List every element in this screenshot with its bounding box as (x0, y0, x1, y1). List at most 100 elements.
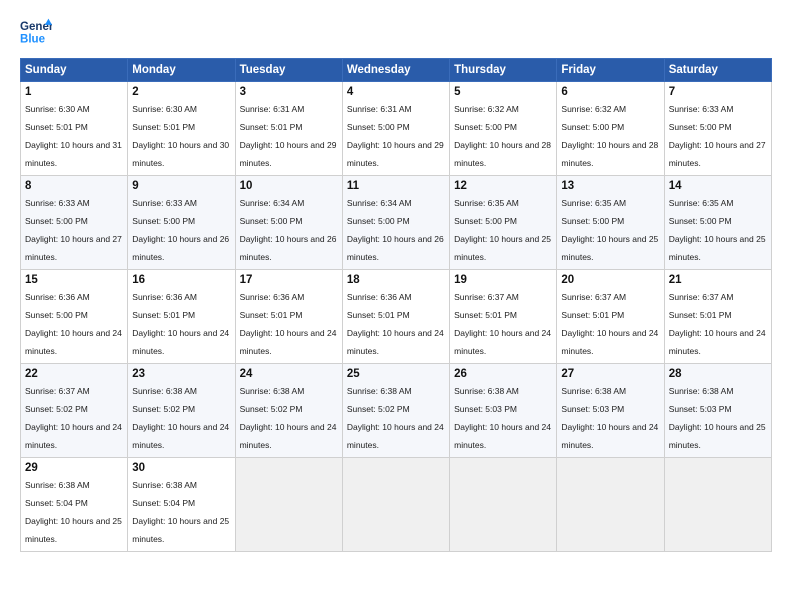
weekday-header-friday: Friday (557, 59, 664, 82)
calendar-week-1: 1 Sunrise: 6:30 AMSunset: 5:01 PMDayligh… (21, 82, 772, 176)
day-detail: Sunrise: 6:33 AMSunset: 5:00 PMDaylight:… (25, 198, 122, 262)
day-number: 20 (561, 274, 659, 286)
day-detail: Sunrise: 6:38 AMSunset: 5:03 PMDaylight:… (669, 386, 766, 450)
day-number: 7 (669, 86, 767, 98)
day-cell-26: 26 Sunrise: 6:38 AMSunset: 5:03 PMDaylig… (450, 364, 557, 458)
day-cell-7: 7 Sunrise: 6:33 AMSunset: 5:00 PMDayligh… (664, 82, 771, 176)
day-cell-4: 4 Sunrise: 6:31 AMSunset: 5:00 PMDayligh… (342, 82, 449, 176)
empty-cell (664, 458, 771, 552)
empty-cell (557, 458, 664, 552)
empty-cell (342, 458, 449, 552)
day-number: 18 (347, 274, 445, 286)
day-cell-29: 29 Sunrise: 6:38 AMSunset: 5:04 PMDaylig… (21, 458, 128, 552)
day-detail: Sunrise: 6:30 AMSunset: 5:01 PMDaylight:… (132, 104, 229, 168)
day-number: 24 (240, 368, 338, 380)
weekday-header-thursday: Thursday (450, 59, 557, 82)
day-cell-13: 13 Sunrise: 6:35 AMSunset: 5:00 PMDaylig… (557, 176, 664, 270)
day-detail: Sunrise: 6:34 AMSunset: 5:00 PMDaylight:… (347, 198, 444, 262)
day-detail: Sunrise: 6:38 AMSunset: 5:02 PMDaylight:… (132, 386, 229, 450)
day-number: 28 (669, 368, 767, 380)
day-detail: Sunrise: 6:38 AMSunset: 5:03 PMDaylight:… (454, 386, 551, 450)
day-detail: Sunrise: 6:33 AMSunset: 5:00 PMDaylight:… (669, 104, 766, 168)
day-cell-20: 20 Sunrise: 6:37 AMSunset: 5:01 PMDaylig… (557, 270, 664, 364)
day-number: 12 (454, 180, 552, 192)
day-number: 9 (132, 180, 230, 192)
day-cell-10: 10 Sunrise: 6:34 AMSunset: 5:00 PMDaylig… (235, 176, 342, 270)
day-detail: Sunrise: 6:35 AMSunset: 5:00 PMDaylight:… (669, 198, 766, 262)
page: General Blue SundayMondayTuesdayWednesda… (0, 0, 792, 612)
day-detail: Sunrise: 6:38 AMSunset: 5:04 PMDaylight:… (132, 480, 229, 544)
day-cell-14: 14 Sunrise: 6:35 AMSunset: 5:00 PMDaylig… (664, 176, 771, 270)
day-number: 21 (669, 274, 767, 286)
day-detail: Sunrise: 6:38 AMSunset: 5:02 PMDaylight:… (240, 386, 337, 450)
day-cell-30: 30 Sunrise: 6:38 AMSunset: 5:04 PMDaylig… (128, 458, 235, 552)
day-cell-2: 2 Sunrise: 6:30 AMSunset: 5:01 PMDayligh… (128, 82, 235, 176)
day-number: 14 (669, 180, 767, 192)
weekday-header-sunday: Sunday (21, 59, 128, 82)
day-number: 4 (347, 86, 445, 98)
day-number: 26 (454, 368, 552, 380)
day-detail: Sunrise: 6:35 AMSunset: 5:00 PMDaylight:… (454, 198, 551, 262)
day-detail: Sunrise: 6:38 AMSunset: 5:04 PMDaylight:… (25, 480, 122, 544)
day-detail: Sunrise: 6:31 AMSunset: 5:00 PMDaylight:… (347, 104, 444, 168)
calendar-table: SundayMondayTuesdayWednesdayThursdayFrid… (20, 58, 772, 552)
calendar-week-4: 22 Sunrise: 6:37 AMSunset: 5:02 PMDaylig… (21, 364, 772, 458)
calendar-body: 1 Sunrise: 6:30 AMSunset: 5:01 PMDayligh… (21, 82, 772, 552)
day-cell-28: 28 Sunrise: 6:38 AMSunset: 5:03 PMDaylig… (664, 364, 771, 458)
weekday-header-monday: Monday (128, 59, 235, 82)
day-number: 10 (240, 180, 338, 192)
day-detail: Sunrise: 6:32 AMSunset: 5:00 PMDaylight:… (561, 104, 658, 168)
day-number: 11 (347, 180, 445, 192)
day-detail: Sunrise: 6:36 AMSunset: 5:00 PMDaylight:… (25, 292, 122, 356)
day-cell-18: 18 Sunrise: 6:36 AMSunset: 5:01 PMDaylig… (342, 270, 449, 364)
calendar-week-5: 29 Sunrise: 6:38 AMSunset: 5:04 PMDaylig… (21, 458, 772, 552)
day-number: 13 (561, 180, 659, 192)
calendar-week-2: 8 Sunrise: 6:33 AMSunset: 5:00 PMDayligh… (21, 176, 772, 270)
day-cell-3: 3 Sunrise: 6:31 AMSunset: 5:01 PMDayligh… (235, 82, 342, 176)
day-cell-19: 19 Sunrise: 6:37 AMSunset: 5:01 PMDaylig… (450, 270, 557, 364)
day-cell-16: 16 Sunrise: 6:36 AMSunset: 5:01 PMDaylig… (128, 270, 235, 364)
day-number: 22 (25, 368, 123, 380)
day-detail: Sunrise: 6:33 AMSunset: 5:00 PMDaylight:… (132, 198, 229, 262)
logo: General Blue (20, 16, 52, 48)
day-cell-8: 8 Sunrise: 6:33 AMSunset: 5:00 PMDayligh… (21, 176, 128, 270)
day-number: 25 (347, 368, 445, 380)
day-cell-15: 15 Sunrise: 6:36 AMSunset: 5:00 PMDaylig… (21, 270, 128, 364)
day-detail: Sunrise: 6:37 AMSunset: 5:01 PMDaylight:… (669, 292, 766, 356)
day-cell-25: 25 Sunrise: 6:38 AMSunset: 5:02 PMDaylig… (342, 364, 449, 458)
day-detail: Sunrise: 6:36 AMSunset: 5:01 PMDaylight:… (132, 292, 229, 356)
day-cell-24: 24 Sunrise: 6:38 AMSunset: 5:02 PMDaylig… (235, 364, 342, 458)
day-number: 15 (25, 274, 123, 286)
day-number: 2 (132, 86, 230, 98)
day-cell-23: 23 Sunrise: 6:38 AMSunset: 5:02 PMDaylig… (128, 364, 235, 458)
empty-cell (450, 458, 557, 552)
day-detail: Sunrise: 6:30 AMSunset: 5:01 PMDaylight:… (25, 104, 122, 168)
day-number: 17 (240, 274, 338, 286)
day-detail: Sunrise: 6:32 AMSunset: 5:00 PMDaylight:… (454, 104, 551, 168)
header: General Blue (20, 16, 772, 48)
day-number: 8 (25, 180, 123, 192)
svg-text:Blue: Blue (20, 34, 46, 46)
day-detail: Sunrise: 6:37 AMSunset: 5:01 PMDaylight:… (561, 292, 658, 356)
day-detail: Sunrise: 6:37 AMSunset: 5:02 PMDaylight:… (25, 386, 122, 450)
day-cell-6: 6 Sunrise: 6:32 AMSunset: 5:00 PMDayligh… (557, 82, 664, 176)
day-number: 19 (454, 274, 552, 286)
day-cell-9: 9 Sunrise: 6:33 AMSunset: 5:00 PMDayligh… (128, 176, 235, 270)
day-cell-5: 5 Sunrise: 6:32 AMSunset: 5:00 PMDayligh… (450, 82, 557, 176)
day-detail: Sunrise: 6:36 AMSunset: 5:01 PMDaylight:… (347, 292, 444, 356)
day-cell-21: 21 Sunrise: 6:37 AMSunset: 5:01 PMDaylig… (664, 270, 771, 364)
day-cell-12: 12 Sunrise: 6:35 AMSunset: 5:00 PMDaylig… (450, 176, 557, 270)
day-cell-17: 17 Sunrise: 6:36 AMSunset: 5:01 PMDaylig… (235, 270, 342, 364)
day-detail: Sunrise: 6:31 AMSunset: 5:01 PMDaylight:… (240, 104, 337, 168)
calendar-header-row: SundayMondayTuesdayWednesdayThursdayFrid… (21, 59, 772, 82)
weekday-header-wednesday: Wednesday (342, 59, 449, 82)
day-cell-1: 1 Sunrise: 6:30 AMSunset: 5:01 PMDayligh… (21, 82, 128, 176)
day-detail: Sunrise: 6:38 AMSunset: 5:02 PMDaylight:… (347, 386, 444, 450)
day-number: 29 (25, 462, 123, 474)
day-detail: Sunrise: 6:36 AMSunset: 5:01 PMDaylight:… (240, 292, 337, 356)
day-number: 27 (561, 368, 659, 380)
day-number: 16 (132, 274, 230, 286)
day-number: 23 (132, 368, 230, 380)
day-detail: Sunrise: 6:35 AMSunset: 5:00 PMDaylight:… (561, 198, 658, 262)
day-number: 5 (454, 86, 552, 98)
